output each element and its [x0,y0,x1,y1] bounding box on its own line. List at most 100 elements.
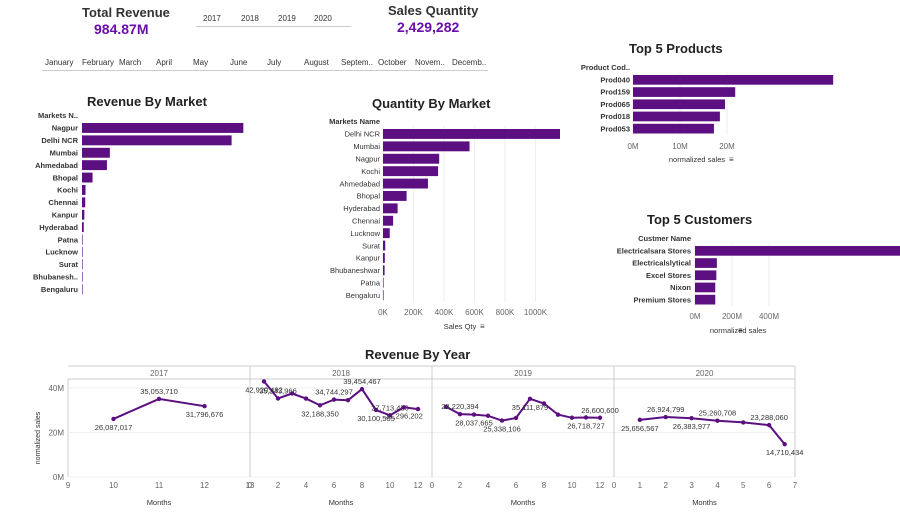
month-filter-may[interactable]: May [193,58,208,67]
sort-icon: ≡ [738,326,743,335]
data-point-2019 [569,415,575,420]
bar-bhopal [82,172,93,183]
x-tick-label: 3 [689,481,694,490]
category-label-lucknow: Lucknow [350,229,380,238]
bar-ahmedabad [82,160,107,171]
data-point-2018 [275,396,281,401]
month-filter-august[interactable]: August [304,58,329,67]
category-label-lucknow: Lucknow [45,248,78,257]
category-label-ahmedabad: Ahmedabad [35,161,78,170]
y-tick-label: 40M [48,384,64,393]
tick-label: 200M [722,312,742,321]
category-label-nagpur: Nagpur [52,124,78,133]
data-label-2019: 25,338,106 [483,425,521,434]
bar-bhubanesh [82,271,83,282]
data-label-2019: 28,220,394 [441,402,479,411]
category-label-bhubanesh: Bhubanesh.. [33,272,78,281]
category-label-delhi-ncr: Delhi NCR [41,136,78,145]
category-label-patna: Patna [58,235,79,244]
category-label-bhopal: Bhopal [53,173,78,182]
data-point-2020 [715,418,720,423]
data-point-2018 [345,397,351,403]
data-point-2020 [689,416,694,421]
year-filter-2017[interactable]: 2017 [203,14,221,23]
sales-quantity-label: Sales Quantity [388,3,479,18]
category-label-prod018: Prod018 [600,112,630,121]
data-point-2019 [457,411,463,417]
data-point-2018 [317,403,323,408]
total-revenue-label: Total Revenue [82,5,170,20]
bar-patna [383,277,384,288]
year-filter-2020[interactable]: 2020 [314,14,332,23]
x-tick-label: 5 [741,481,746,490]
data-point-2020 [782,442,787,447]
bar-bengaluru [82,284,83,295]
data-point-2019 [583,415,589,420]
bar-bhubaneshwar [383,265,385,276]
bar-hyderabad [82,222,84,233]
bar-surat [82,259,83,270]
bar-electricalsara-stores [695,246,900,256]
x-tick-label: 12 [200,481,209,490]
category-label-patna: Patna [360,278,380,287]
month-filter-september[interactable]: Septem.. [341,58,373,67]
x-tick-label: 6 [767,481,772,490]
year-filter-2019[interactable]: 2019 [278,14,296,23]
data-label-2020: 26,383,977 [673,422,711,431]
x-tick-label: 2 [663,481,668,490]
data-label-2018: 32,188,350 [301,409,339,418]
data-label-2020: 26,924,799 [647,405,685,414]
data-point-2018 [261,379,267,384]
month-filter-november[interactable]: Novem.. [415,58,445,67]
bar-lucknow [82,247,83,257]
month-filter-march[interactable]: March [119,58,141,67]
month-filter-january[interactable]: January [45,58,73,67]
category-label-mumbai: Mumbai [50,148,78,157]
data-point-2018 [359,386,365,392]
data-point-2018 [289,391,295,396]
category-label-electricalslytical: Electricalslytical [632,259,691,268]
tick-label: 600K [465,308,484,317]
data-label-2018: 34,744,297 [315,388,353,397]
tick-label: 400K [435,308,454,317]
x-tick-label: 0 [612,481,617,490]
panel-year-2020: 2020 [696,369,714,378]
bar-delhi-ncr [82,135,232,146]
bar-chennai [82,197,86,208]
year-filter-2018[interactable]: 2018 [241,14,259,23]
category-label-bhubaneshwar: Bhubaneshwar [330,266,381,275]
y-tick-label: 0M [53,473,64,482]
data-point-2018 [415,406,421,412]
category-label-electricalsara-stores: Electricalsara Stores [617,247,691,256]
category-label-nagpur: Nagpur [355,154,380,163]
revenue-by-market-chart: Markets N.. Nagpur Delhi NCR Mumbai Ahmedaba… [33,112,244,295]
x-tick-label: 2 [276,481,281,490]
category-label-bengaluru: Bengaluru [346,291,380,300]
column-header: Product Cod.. [581,63,630,72]
bar-prod053 [633,123,714,134]
bar-chennai [383,215,394,226]
bar-lucknow [383,228,390,239]
month-filter-october[interactable]: October [378,58,406,67]
month-filter: January February March April May June Ju… [42,56,488,71]
x-tick-label: 10 [568,481,577,490]
revenue-by-market-title: Revenue By Market [87,94,207,109]
top5-products-chart: 0M 10M 20M Product Cod.. Prod040 Prod159 Prod0… [581,63,834,164]
category-label-excel-stores: Excel Stores [646,271,691,280]
data-point-2019 [541,401,547,406]
data-label-2017: 35,053,710 [140,387,178,396]
month-filter-february[interactable]: February [82,58,114,67]
month-filter-june[interactable]: June [230,58,247,67]
x-tick-label: 6 [514,481,519,490]
bar-delhi-ncr [383,129,560,139]
x-axis-label: Months [692,498,717,507]
month-filter-april[interactable]: April [156,58,172,67]
x-axis-label: Months [329,498,354,507]
month-filter-july[interactable]: July [267,58,281,67]
month-filter-december[interactable]: Decemb.. [452,58,486,67]
tick-label: 400M [759,312,779,321]
data-point-2019 [527,396,533,401]
category-label-bengaluru: Bengaluru [41,285,79,294]
data-point-2017 [156,396,162,402]
data-point-2019 [485,413,491,418]
